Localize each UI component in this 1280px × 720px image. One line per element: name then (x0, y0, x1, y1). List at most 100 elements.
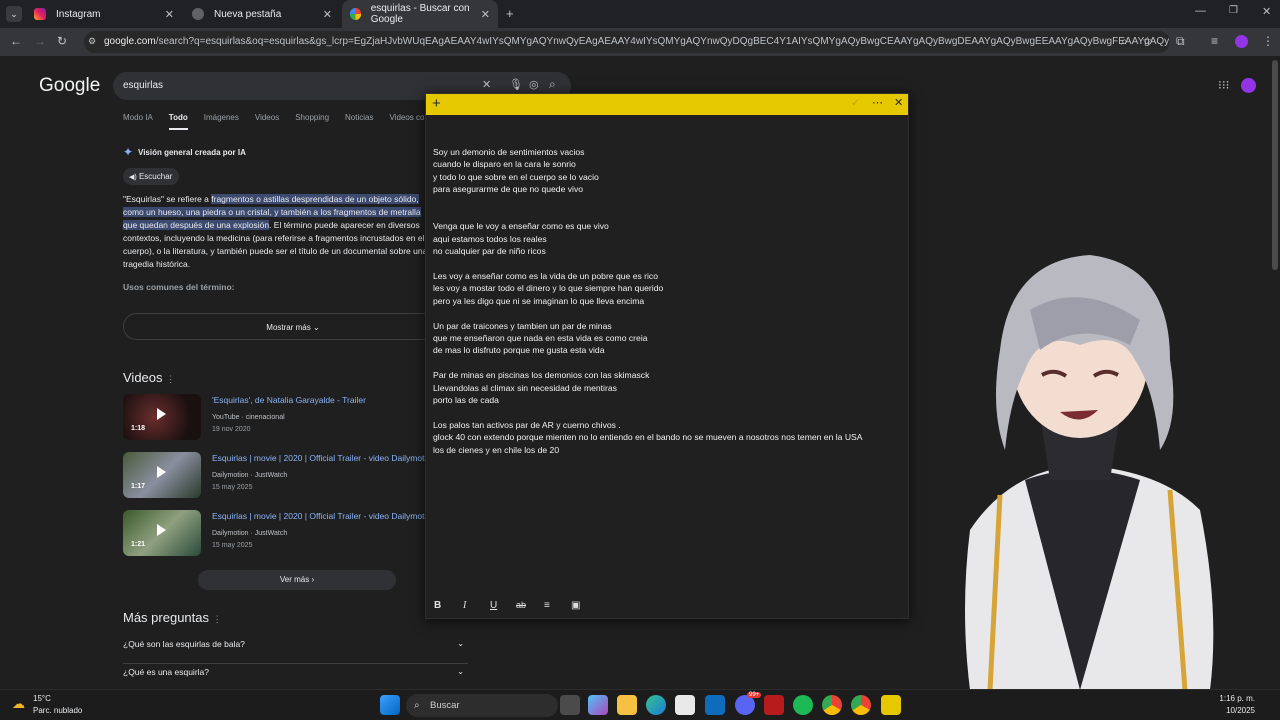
tab-todo[interactable]: Todo (168, 113, 188, 130)
voicemeeter-icon[interactable] (764, 695, 784, 715)
note-line: Soy un demonio de sentimientos vacios (433, 147, 585, 157)
media-icon[interactable]: ≡ (1211, 34, 1218, 48)
tab-search-button[interactable]: ⌄ (6, 6, 22, 22)
profile-avatar-icon[interactable] (1235, 35, 1248, 48)
extensions-icon[interactable]: ⧉ (1176, 34, 1185, 49)
listen-button[interactable]: ◀) Escuchar (123, 168, 179, 185)
minimize-icon[interactable]: — (1195, 5, 1206, 17)
video-date: 15 may 2025 (212, 484, 253, 491)
google-logo[interactable]: Google (39, 75, 100, 97)
scrollbar[interactable] (1272, 60, 1278, 270)
add-note-icon[interactable]: + (432, 95, 441, 113)
zoom-icon[interactable]: ⌕ (1121, 34, 1128, 49)
clock[interactable]: 1:16 p. m. 10/2025 (1219, 693, 1255, 717)
close-icon[interactable]: ✕ (165, 8, 174, 21)
note-line: no cualquier par de niño ricos (433, 246, 546, 257)
bold-button[interactable]: B (434, 600, 441, 611)
browser-toolbar: google.com/search?q=esquirlas&oq=esquirl… (0, 28, 1280, 56)
video-result[interactable]: 1:17 Esquirlas | movie | 2020 | Official… (123, 452, 463, 500)
see-more-videos-button[interactable]: Ver más › (198, 570, 396, 590)
task-view-icon[interactable] (560, 695, 580, 715)
chrome-icon[interactable] (822, 695, 842, 715)
new-tab-icon[interactable]: + (506, 6, 514, 21)
account-avatar[interactable] (1241, 78, 1256, 93)
sticky-note-window: + ✓ ⋯ ✕ Soy un demonio de sentimientos v… (425, 93, 909, 619)
video-title[interactable]: Esquirlas | movie | 2020 | Official Trai… (212, 511, 427, 521)
window-close-icon[interactable]: ✕ (1262, 5, 1271, 18)
discord-icon[interactable] (735, 695, 755, 715)
note-line: pero ya les digo que ni se imaginan lo q… (433, 295, 645, 306)
note-stanza: Les voy a enseñar como es la vida de un … (433, 270, 908, 307)
tab-instagram[interactable]: Instagram ✕ (26, 0, 182, 28)
question-item[interactable]: ¿Qué son las esquirlas de bala? ⌄ (123, 636, 468, 664)
mic-icon[interactable]: 🎙 (509, 78, 523, 91)
note-stanza: Los palos tan activos par de AR y cuerno… (433, 419, 908, 456)
close-icon[interactable]: ✕ (481, 8, 490, 21)
note-line: Par de minas en piscinas los demonios co… (433, 370, 650, 381)
outlook-icon[interactable] (705, 695, 725, 715)
address-bar[interactable]: google.com/search?q=esquirlas&oq=esquirl… (84, 31, 1170, 53)
tab-label: Instagram (56, 8, 101, 20)
tab-imagenes[interactable]: Imágenes (204, 113, 239, 130)
chrome-profile-icon[interactable] (851, 695, 871, 715)
strikethrough-button[interactable]: ab (516, 600, 526, 610)
list-button[interactable]: ≡ (544, 600, 550, 611)
underline-button[interactable]: U (490, 600, 497, 611)
italic-button[interactable]: I (463, 600, 466, 611)
back-icon[interactable]: ← (10, 34, 22, 48)
video-title[interactable]: 'Esquirlas', de Natalia Garayalde - Trai… (212, 395, 427, 405)
start-icon[interactable] (380, 695, 400, 715)
note-line: Los palos tan activos par de AR y cuerno… (433, 419, 621, 430)
close-icon[interactable]: ✕ (323, 8, 332, 21)
video-thumbnail[interactable]: 1:17 (123, 452, 201, 498)
show-more-button[interactable]: Mostrar más ⌄ (123, 313, 463, 340)
tab-shopping[interactable]: Shopping (295, 113, 329, 130)
menu-icon[interactable]: ⋮ (1262, 34, 1274, 48)
tab-label: esquirlas - Buscar con Google (370, 3, 470, 25)
maximize-icon[interactable]: ❐ (1229, 5, 1238, 16)
note-line: de mas lo disfruto porque me gusta esta … (433, 345, 605, 356)
reload-icon[interactable]: ↻ (57, 34, 67, 48)
apps-grid-icon[interactable]: ⁝⁝⁝ (1218, 78, 1229, 92)
more-icon[interactable]: ⋮ (166, 374, 175, 384)
note-content[interactable]: Soy un demonio de sentimientos vacios cu… (433, 146, 908, 468)
sticky-notes-icon[interactable] (881, 695, 901, 715)
weather-widget[interactable]: 15°C Parc. nublado (33, 693, 82, 717)
taskbar-search[interactable]: ⌕ Buscar (406, 694, 558, 717)
note-header[interactable]: + ✓ ⋯ ✕ (426, 94, 908, 115)
url-path: /search?q=esquirlas&oq=esquirlas&gs_lcrp… (155, 36, 1170, 47)
lens-icon[interactable]: ◎ (529, 78, 539, 91)
video-result[interactable]: 1:21 Esquirlas | movie | 2020 | Official… (123, 510, 463, 558)
video-result[interactable]: 1:18 'Esquirlas', de Natalia Garayalde -… (123, 394, 463, 442)
spotify-icon[interactable] (793, 695, 813, 715)
bookmark-star-icon[interactable]: ☆ (1142, 34, 1153, 48)
tab-label: Nueva pestaña (214, 8, 282, 20)
video-title[interactable]: Esquirlas | movie | 2020 | Official Trai… (212, 453, 427, 463)
edge-icon[interactable] (646, 695, 666, 715)
store-icon[interactable] (675, 695, 695, 715)
check-icon[interactable]: ✓ (851, 96, 860, 109)
tab-google-search[interactable]: esquirlas - Buscar con Google ✕ (342, 0, 498, 28)
close-icon[interactable]: ✕ (894, 96, 903, 109)
file-explorer-icon[interactable] (617, 695, 637, 715)
copilot-icon[interactable] (588, 695, 608, 715)
question-item[interactable]: ¿Qué es una esquirla? ⌄ (123, 664, 468, 692)
forward-icon[interactable]: → (34, 34, 46, 48)
tab-bar: ⌄ Instagram ✕ Nueva pestaña ✕ esquirlas … (0, 0, 1280, 28)
video-thumbnail[interactable]: 1:18 (123, 394, 201, 440)
videos-heading: Videos ⋮ (123, 370, 175, 385)
image-button[interactable]: ▣ (571, 600, 580, 611)
tab-modo-ia[interactable]: Modo IA (123, 113, 153, 130)
search-icon[interactable]: ⌕ (549, 77, 556, 92)
tab-new[interactable]: Nueva pestaña ✕ (184, 0, 340, 28)
tab-noticias[interactable]: Noticias (345, 113, 373, 130)
weather-icon: ☁ (12, 696, 25, 711)
tab-videos[interactable]: Videos (255, 113, 279, 130)
more-icon[interactable]: ⋮ (213, 614, 222, 624)
more-options-icon[interactable]: ⋯ (872, 96, 883, 109)
note-line: y todo lo que sobre en el cuerpo se lo v… (433, 171, 599, 182)
site-info-icon[interactable]: ⚙ (88, 36, 96, 47)
taskbar-search-label: Buscar (430, 700, 460, 711)
clear-icon[interactable]: ✕ (482, 78, 491, 91)
video-thumbnail[interactable]: 1:21 (123, 510, 201, 556)
